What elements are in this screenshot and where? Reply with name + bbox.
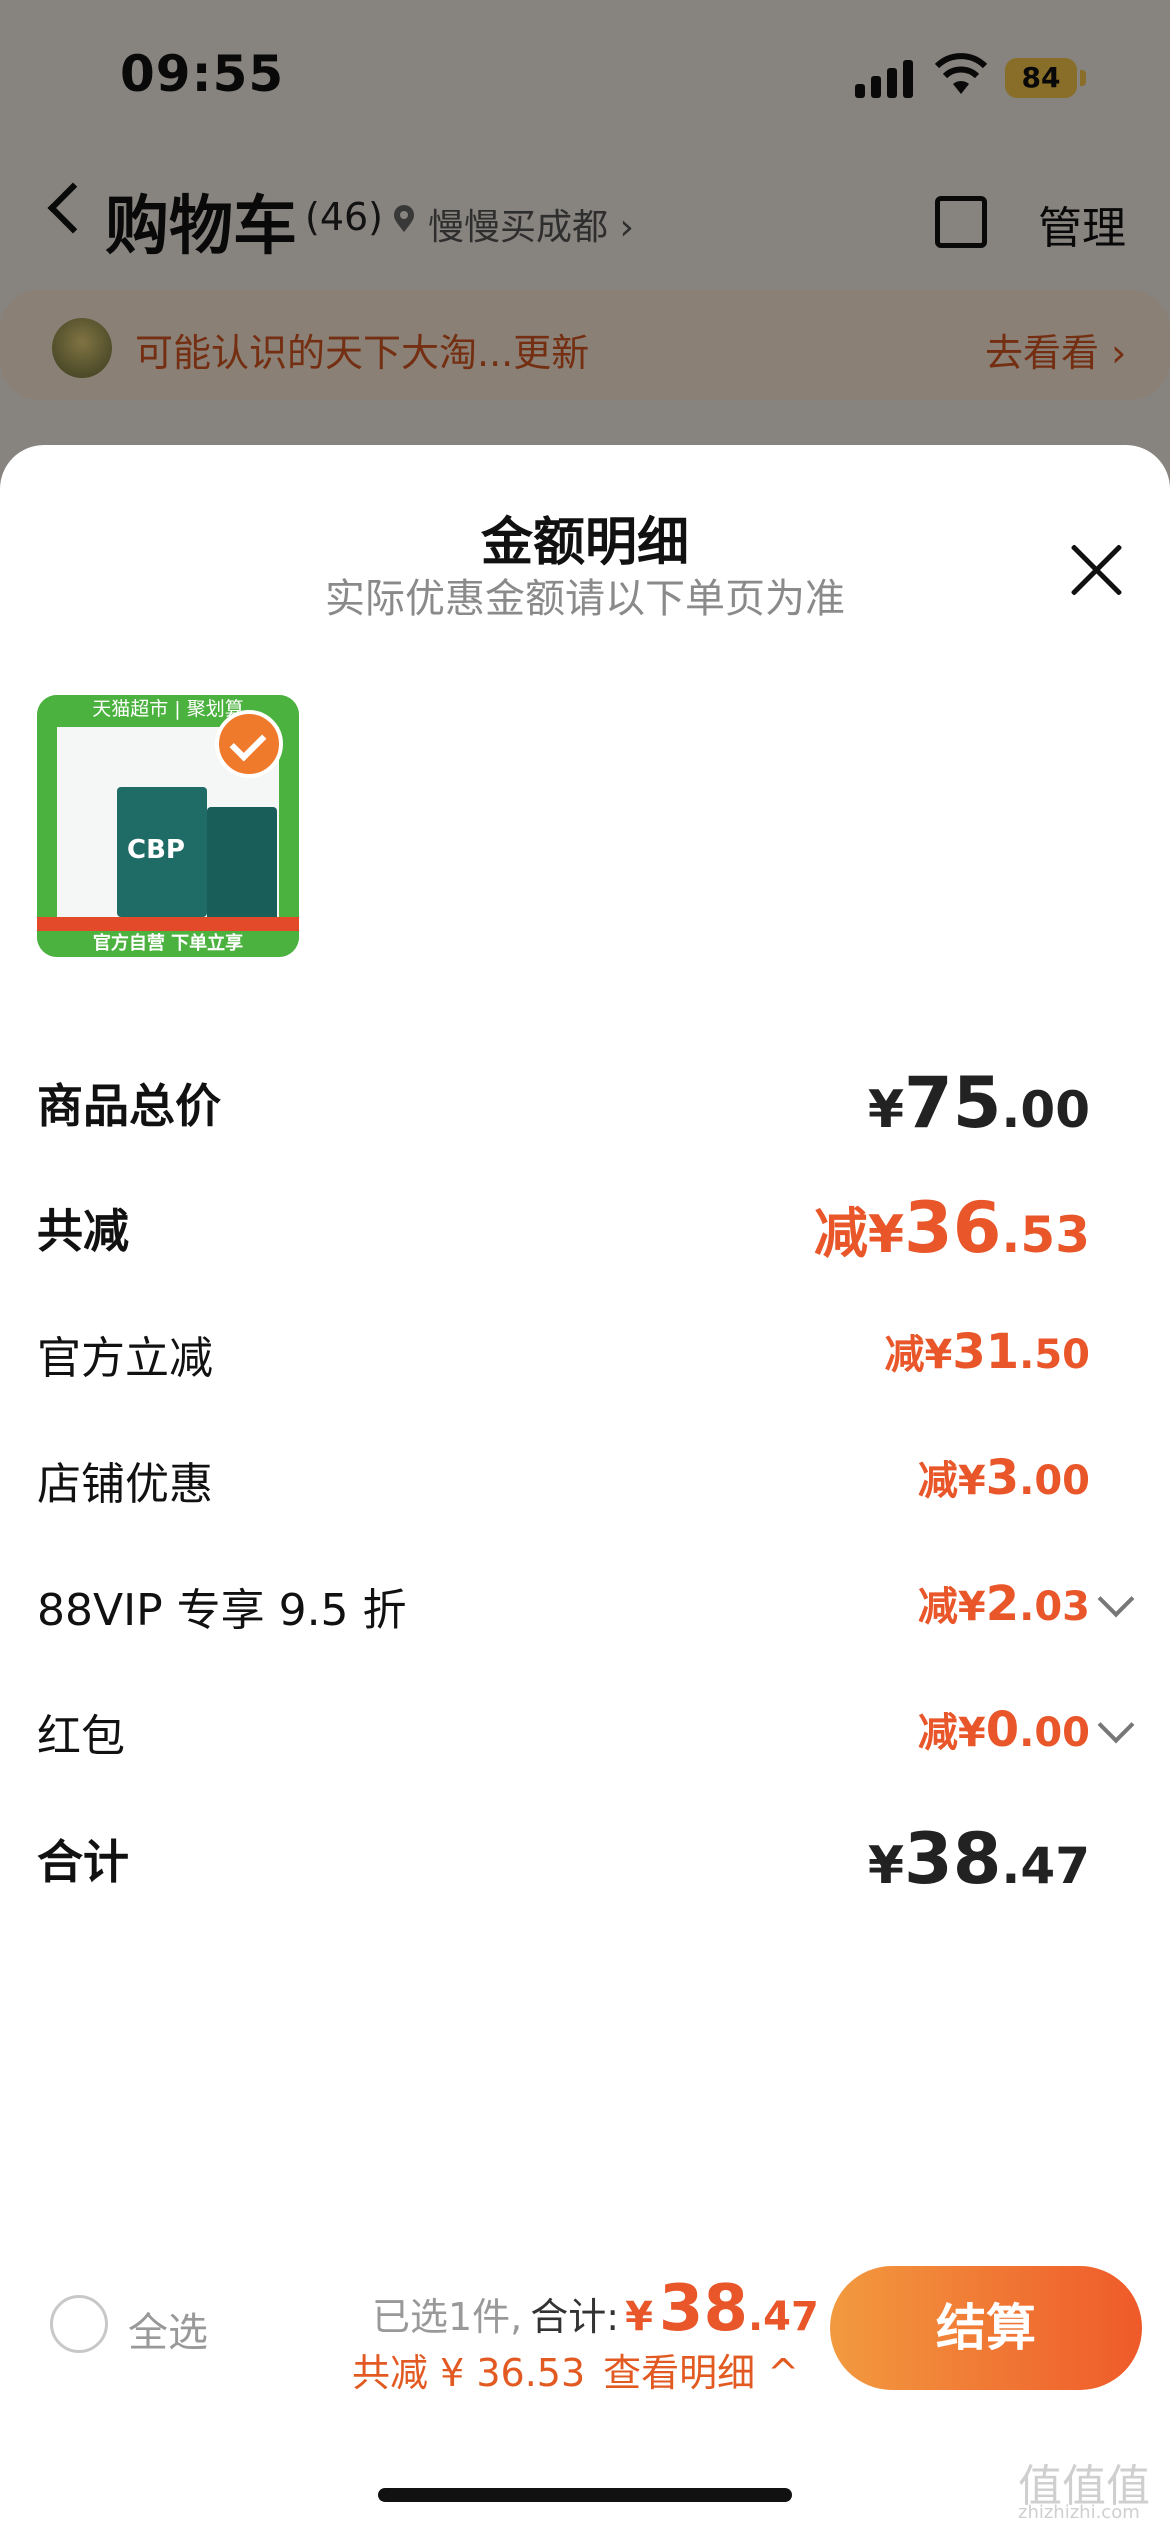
minus-prefix: 减 bbox=[917, 1710, 958, 1756]
check-icon[interactable] bbox=[215, 710, 283, 778]
currency: ¥ bbox=[957, 1710, 986, 1756]
amount-dec: .00 bbox=[1001, 1081, 1090, 1139]
amount-int: 75 bbox=[904, 1062, 1002, 1144]
row-label-red-packet: 红包 bbox=[37, 1711, 125, 1762]
amount-dec: .50 bbox=[1019, 1332, 1090, 1378]
amount-int: 2 bbox=[985, 1576, 1020, 1632]
discount-summary[interactable]: 共减 ¥ 36.53 查看明细 ^ bbox=[352, 2342, 799, 2397]
currency: ¥ bbox=[957, 1458, 986, 1504]
row-label-official-discount: 官方立减 bbox=[37, 1333, 213, 1384]
home-indicator[interactable] bbox=[378, 2488, 792, 2502]
product-pack-side bbox=[207, 807, 277, 927]
row-label-grand-total: 合计 bbox=[37, 1835, 129, 1889]
amount-dec: .00 bbox=[1019, 1710, 1090, 1756]
minus-prefix: 减 bbox=[917, 1458, 958, 1504]
amount-dec: .47 bbox=[1001, 1837, 1090, 1895]
minus-prefix: 减 bbox=[917, 1584, 958, 1630]
currency: ¥ bbox=[924, 1332, 953, 1378]
total-dec: .47 bbox=[747, 2294, 819, 2340]
selection-summary: 已选1件, 合计: ¥38.47 bbox=[372, 2272, 819, 2346]
reduced-amount: 共减 ¥ 36.53 bbox=[352, 2351, 586, 2395]
amount-int: 31 bbox=[952, 1324, 1020, 1380]
total-int: 38 bbox=[658, 2272, 748, 2346]
row-value-store-discount: 减¥3.00 bbox=[918, 1448, 1090, 1506]
currency: ¥ bbox=[957, 1584, 986, 1630]
amount-dec: .03 bbox=[1019, 1584, 1090, 1630]
row-label-88vip-discount: 88VIP 专享 9.5 折 bbox=[37, 1585, 407, 1636]
row-value-88vip-discount[interactable]: 减¥2.03 bbox=[918, 1574, 1090, 1632]
total-currency: ¥ bbox=[625, 2294, 653, 2340]
minus-prefix: 减 bbox=[813, 1202, 868, 1265]
thumb-bottom-banner: 官方自营 下单立享 bbox=[37, 931, 299, 957]
row-label-total-discount: 共减 bbox=[37, 1204, 129, 1258]
amount-int: 3 bbox=[985, 1450, 1020, 1506]
minus-prefix: 减 bbox=[884, 1332, 925, 1378]
row-value-total-price: ¥75.00 bbox=[868, 1062, 1090, 1144]
checkout-button[interactable]: 结算 bbox=[830, 2266, 1142, 2390]
select-all-label[interactable]: 全选 bbox=[128, 2300, 208, 2358]
sheet-subtitle: 实际优惠金额请以下单页为准 bbox=[325, 576, 845, 622]
selected-count: 已选1件, bbox=[372, 2295, 523, 2339]
currency: ¥ bbox=[867, 1205, 904, 1265]
amount-int: 36 bbox=[904, 1187, 1002, 1269]
row-label-total-price: 商品总价 bbox=[37, 1079, 221, 1133]
sheet-title: 金额明细 bbox=[480, 513, 689, 573]
view-detail-link[interactable]: 查看明细 ^ bbox=[603, 2351, 799, 2395]
product-brand: CBP bbox=[127, 835, 185, 865]
amount-int: 0 bbox=[985, 1702, 1020, 1758]
thumb-red-strip bbox=[37, 917, 299, 931]
row-value-red-packet[interactable]: 减¥0.00 bbox=[918, 1700, 1090, 1758]
row-value-grand-total: ¥38.47 bbox=[868, 1818, 1090, 1900]
amount-int: 38 bbox=[904, 1818, 1002, 1900]
amount-dec: .53 bbox=[1001, 1206, 1090, 1264]
row-label-store-discount: 店铺优惠 bbox=[37, 1459, 213, 1510]
watermark-url: zhizhizhi.com bbox=[1018, 2502, 1140, 2523]
currency: ¥ bbox=[867, 1080, 904, 1140]
close-icon[interactable] bbox=[1066, 540, 1126, 600]
row-value-official-discount: 减¥31.50 bbox=[885, 1322, 1091, 1380]
select-all-radio[interactable] bbox=[50, 2295, 108, 2353]
currency: ¥ bbox=[867, 1836, 904, 1896]
total-label: 合计: bbox=[530, 2295, 620, 2339]
amount-dec: .00 bbox=[1019, 1458, 1090, 1504]
row-value-total-discount: 减¥36.53 bbox=[814, 1187, 1090, 1269]
